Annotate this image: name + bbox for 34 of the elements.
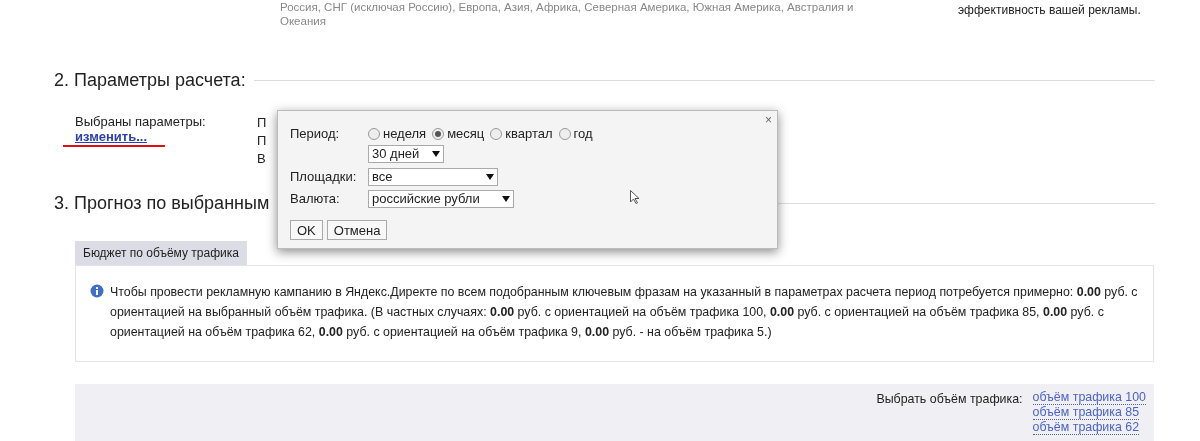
cursor-icon <box>630 190 640 204</box>
radio-option[interactable]: квартал <box>490 124 553 144</box>
ok-button[interactable]: OK <box>290 220 323 240</box>
radio-option[interactable]: неделя <box>368 124 427 144</box>
caret-icon <box>486 174 494 180</box>
info-icon <box>90 284 104 298</box>
dropdown[interactable]: российские рубли <box>368 190 514 208</box>
caret-icon <box>502 196 510 202</box>
description-text: Океания <box>280 14 327 28</box>
field-label: Валюта: <box>290 190 341 209</box>
description-text: Россия, СНГ (исключая Россию), Европа, Азия, Африка, Северная Америка, Южная Америка, Австралия и <box>280 0 854 14</box>
close-button[interactable]: × <box>765 111 772 129</box>
info-text: Чтобы провести рекламную кампанию в Яндекс.Директе по всем подобранным ключевым фразам на указанный в параметрах расчета период потребуется примерно: 0.00 руб. с ориентацией на выбранный объём трафика. (В частных случаях: 0.00 руб. с ориентацией на объём трафика 100, 0.00 руб. с ориентацией на объём трафика 85, 0.00 руб. с ориентацией на объём трафика 62, 0.00 руб. с ориентацией на объём трафика 9, 0.00 руб. - на объём трафика 5.) <box>110 284 1139 341</box>
dropdown[interactable]: все <box>368 168 498 186</box>
field-label: Период: <box>290 125 341 144</box>
section-heading: 3. Прогноз по выбранным <box>54 192 270 215</box>
params-label: Выбраны параметры: <box>75 114 207 129</box>
section-heading: 2. Параметры расчета: <box>54 69 246 92</box>
traffic-link[interactable]: объём трафика 100 <box>1032 390 1146 405</box>
radio-option[interactable]: год <box>558 124 593 144</box>
traffic-link[interactable]: объём трафика 62 <box>1032 420 1140 435</box>
field-label: Площадки: <box>290 168 358 187</box>
param-text: П <box>257 114 267 132</box>
change-link[interactable]: изменить... <box>75 129 147 144</box>
cancel-button[interactable]: Отмена <box>326 220 388 240</box>
traffic-label: Выбрать объём трафика: <box>876 391 1023 408</box>
dropdown[interactable]: 30 дней <box>368 145 444 163</box>
caret-icon <box>432 151 440 157</box>
param-text: П <box>257 132 267 150</box>
param-text: В <box>257 150 266 168</box>
radio-option[interactable]: месяц <box>432 124 485 144</box>
tab[interactable]: Бюджет по объёму трафика <box>75 241 247 265</box>
description-text: эффективность вашей рекламы. <box>958 3 1141 17</box>
traffic-link[interactable]: объём трафика 85 <box>1032 405 1140 420</box>
